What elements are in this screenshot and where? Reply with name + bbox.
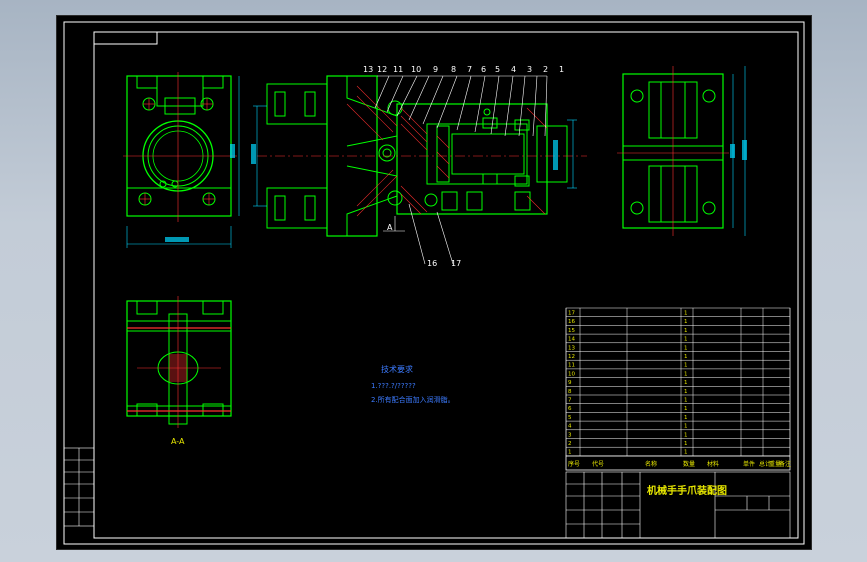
bom-header-cell: 序号 [568, 460, 580, 468]
balloon-3: 3 [527, 65, 532, 74]
bom-row-qty: 1 [684, 337, 688, 343]
bom-header-cell: 材料 [707, 460, 719, 468]
balloon-16: 16 [427, 259, 437, 268]
bom-row-number: 8 [568, 389, 572, 395]
title-block [565, 471, 791, 539]
balloon-9: 9 [433, 65, 438, 74]
bom-row-qty: 1 [684, 406, 688, 412]
bom-row-number: 9 [568, 380, 572, 386]
bom-row-number: 17 [568, 311, 575, 317]
bom-row-number: 3 [568, 432, 572, 438]
bom-row-qty: 1 [684, 328, 688, 334]
balloon-8: 8 [451, 65, 456, 74]
drawing-title: 机械手手爪装配图 [647, 484, 727, 497]
tech-line-1: 1.???.?/????? [371, 382, 416, 390]
bom-row-qty: 1 [684, 311, 688, 317]
balloon-12: 12 [377, 65, 387, 74]
main-section-view [251, 75, 587, 265]
balloon-1: 1 [559, 65, 564, 74]
assembly-drawing: 13 12 11 10 9 8 7 6 5 4 3 2 1 16 17 A A-… [63, 21, 805, 545]
bom-row-number: 12 [568, 354, 575, 360]
tech-requirements: 技术要求 1.???.?/????? 2.所有配合面加入润滑脂。 [371, 364, 455, 404]
bom-row-qty: 1 [684, 371, 688, 377]
balloon-4: 4 [511, 65, 516, 74]
bom-table: 17 116 115 114 113 112 111 110 19 18 17 16 15 14 13 12 1… [565, 307, 791, 471]
bom-row-number: 10 [568, 371, 575, 377]
bom-row-qty: 1 [684, 319, 688, 325]
bom-row-qty: 1 [684, 389, 688, 395]
section-a-a-label: A-A [171, 437, 185, 446]
bom-row-number: 4 [568, 424, 572, 430]
bom-row-qty: 1 [684, 415, 688, 421]
bom-header-cell: 数量 [683, 460, 695, 468]
bom-row-number: 2 [568, 441, 572, 447]
bom-row-qty: 1 [684, 354, 688, 360]
bom-row-qty: 1 [684, 363, 688, 369]
bom-row-number: 7 [568, 398, 572, 404]
bom-header-cell: 备注 [779, 460, 791, 468]
balloon-5: 5 [495, 65, 500, 74]
balloon-labels: 13 12 11 10 9 8 7 6 5 4 3 2 1 16 17 A [363, 65, 564, 268]
section-a-a-view: A-A [126, 296, 232, 446]
bom-header-cell: 单件 [743, 460, 755, 468]
bom-row-number: 15 [568, 328, 575, 334]
bom-row-qty: 1 [684, 380, 688, 386]
front-view [123, 72, 240, 248]
bom-row-qty: 1 [684, 424, 688, 430]
bom-row-number: 14 [568, 337, 575, 343]
bom-row-number: 1 [568, 450, 572, 456]
balloon-11: 11 [393, 65, 403, 74]
bom-row-number: 6 [568, 406, 572, 412]
balloon-2: 2 [543, 65, 548, 74]
bom-row-qty: 1 [684, 441, 688, 447]
balloon-13: 13 [363, 65, 373, 74]
left-margin-table [63, 447, 95, 527]
bom-row-qty: 1 [684, 345, 688, 351]
bom-row-number: 5 [568, 415, 572, 421]
balloon-6: 6 [481, 65, 486, 74]
bom-row-number: 13 [568, 345, 575, 351]
bom-row-qty: 1 [684, 450, 688, 456]
balloon-10: 10 [411, 65, 421, 74]
tech-heading: 技术要求 [381, 364, 413, 374]
section-mark-a: A [387, 223, 393, 232]
drawing-number-box [93, 31, 158, 45]
tech-line-2: 2.所有配合面加入润滑脂。 [371, 395, 455, 404]
side-view [617, 66, 747, 236]
bom-row-qty: 1 [684, 398, 688, 404]
balloon-7: 7 [467, 65, 472, 74]
bom-header-cell: 名称 [645, 460, 657, 468]
cad-viewport[interactable]: 13 12 11 10 9 8 7 6 5 4 3 2 1 16 17 A A-… [56, 15, 812, 550]
balloon-17: 17 [451, 259, 461, 268]
bom-header-cell: 代号 [592, 460, 604, 468]
bom-row-qty: 1 [684, 432, 688, 438]
bom-row-number: 16 [568, 319, 575, 325]
bom-row-number: 11 [568, 363, 575, 369]
